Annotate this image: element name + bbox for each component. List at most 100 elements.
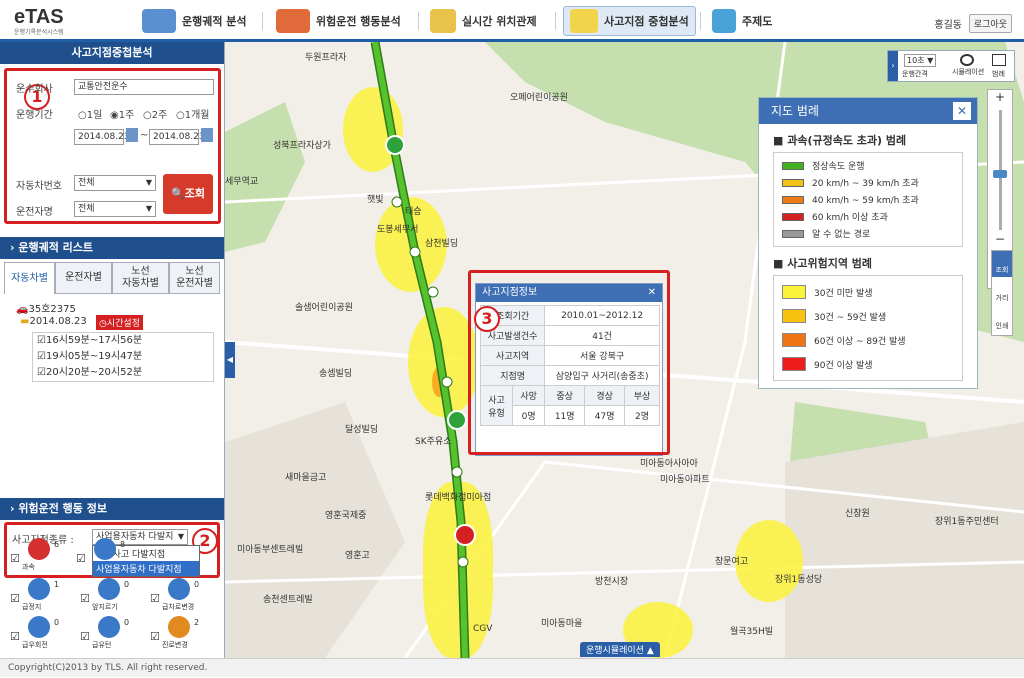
tree-vehicle[interactable]: 🚗35호2375 [16,300,76,315]
car-warning-icon [276,9,310,33]
route-node[interactable] [441,376,453,388]
time-item[interactable]: ☑16시59분~17시56분 [33,333,213,349]
checkbox[interactable]: ☑ [10,592,20,605]
risk-type-item[interactable]: ☑ 0 급우회전 [10,616,74,650]
checkbox[interactable]: ☑ [80,592,90,605]
period-radio-1day[interactable]: ○1일 [78,106,102,121]
route-tree: 🚗35호2375 ▬2014.08.23 ◷시간설정 ☑16시59분~17시56… [4,294,220,499]
period-radio-1week[interactable]: ◉1주 [110,106,134,121]
period-radio-2week[interactable]: ○2주 [143,106,167,121]
route-tabs: 자동차별 운전자별 노선 자동차별 노선 운전자별 [4,262,220,294]
search-tool-button[interactable]: 조회 [992,251,1012,277]
distance-tool-button[interactable]: 거리 [992,277,1012,305]
legend-swatch [782,212,804,221]
zoom-slider-handle[interactable] [993,170,1007,178]
speed-legend: 정상속도 운행 20 km/h ~ 39 km/h 초과 40 km/h ~ 59 … [773,152,963,247]
waypoint-marker-icon[interactable] [447,410,467,430]
car-icon: 🚗 [16,304,29,315]
period-radio-1month[interactable]: ○1개월 [176,106,210,121]
tab-by-driver[interactable]: 운전자별 [55,262,112,294]
date-from-field[interactable]: 2014.08.23 [74,129,130,145]
tree-date[interactable]: ▬2014.08.23 [20,316,87,327]
company-label: 운수회사 [16,84,53,95]
search-button[interactable]: 🔍조회 [163,174,213,214]
accident-marker-icon[interactable] [454,524,476,546]
checkbox[interactable]: ☑ [80,630,90,643]
legend-row: 30건 미만 발생 [782,280,954,304]
search-icon: 🔍 [171,187,185,200]
map-label: 성북프라자상가 [273,141,331,151]
panel-collapse-toggle[interactable]: ◀ [225,342,235,378]
checkbox[interactable]: ☑ [10,630,20,643]
legend-row: 60 km/h 이상 초과 [782,208,954,225]
nav-realtime-location[interactable]: 실시간 위치관제 [430,6,537,36]
period-label: 운행기간 [16,110,53,121]
calendar-icon[interactable] [201,128,213,142]
driver-select[interactable]: 전체 [74,201,156,217]
interval-select[interactable]: 10초 ▼ [904,54,937,67]
legend-icon[interactable] [992,54,1006,66]
risk-type-item[interactable]: ☑ 2 진로변경 [150,616,214,650]
tab-by-vehicle[interactable]: 자동차별 [4,262,55,294]
map-label: 월곡35H빌 [730,627,774,637]
zoom-out-button[interactable]: − [988,232,1012,246]
map-area[interactable]: 두원프라자 오페어린이공원 성북프라자상가 세무역교 햇빛 태승 도봉세무서 삼천빌딩 솔샘어린… [225,42,1024,658]
risk-type-item[interactable]: ☑ 6 과속 [10,538,74,572]
nav-separator [418,12,419,30]
simulation-tab[interactable]: 운행시뮬레이션 ▲ [580,642,660,657]
vehicle-select[interactable]: 전체 [74,175,156,191]
time-list: ☑16시59분~17시56분 ☑19시05분~19시47분 ☑20시20분~20… [32,332,214,382]
checkbox[interactable]: ☑ [150,592,160,605]
start-marker-icon[interactable] [385,135,405,155]
tab-route-driver[interactable]: 노선 운전자별 [169,262,220,294]
map-label: 영훈고 [345,551,370,561]
route-node[interactable] [427,286,439,298]
logo[interactable]: eTAS 운행기록분석시스템 [14,6,64,36]
route-node[interactable] [457,556,469,568]
route-node[interactable] [409,246,421,258]
legend-swatch [782,161,804,170]
date-to-field[interactable]: 2014.08.23 [149,129,205,145]
risk-count: 0 [124,618,130,627]
risk-type-item[interactable]: ☑ 8 [76,538,140,572]
legend-row: 20 km/h ~ 39 km/h 초과 [782,174,954,191]
risk-type-icon [94,538,116,560]
toolbar-collapse[interactable]: › [888,51,898,81]
zoom-in-button[interactable]: + [988,90,1012,104]
print-tool-button[interactable]: 인쇄 [992,305,1012,333]
map-label: 미아동부센트레빌 [237,545,304,555]
risk-label: 진로변경 [162,641,188,649]
accident-info-popup: 사고지점정보 ✕ 3 조회기간 2010.01~2012.12 사고발생건수 41건 … [468,270,670,456]
route-node[interactable] [451,466,463,478]
risk-type-item[interactable]: ☑ 0 급유턴 [80,616,144,650]
map-label: 송셈빌딩 [319,369,353,379]
map-label: 장위1동성당 [775,575,823,585]
nav-separator [700,12,701,30]
time-setting-button[interactable]: ◷시간설정 [96,315,143,330]
tab-route-vehicle[interactable]: 노선 자동차별 [112,262,169,294]
time-item[interactable]: ☑20시20분~20시52분 [33,365,213,381]
nav-route-analysis[interactable]: 운행궤적 분석 [142,6,247,36]
user-name: 홍길동 [934,20,962,31]
risk-type-item[interactable]: ☑ 0 앞지르기 [80,578,144,612]
risk-type-item[interactable]: ☑ 1 급정지 [10,578,74,612]
risk-label: 급우회전 [22,641,48,649]
checkbox[interactable]: ☑ [150,630,160,643]
time-item[interactable]: ☑19시05분~19시47분 [33,349,213,365]
map-label: 솔샘어린이공원 [295,303,353,313]
map-legend-panel: 지도 범례 ✕ ■ 과속(규정속도 초과) 범례 정상속도 운행 20 km/h ~… [758,97,978,389]
checkbox[interactable]: ☑ [10,552,20,565]
search-form: 1 운수회사 교통안전운수 운행기간 ○1일 ◉1주 ○2주 ○1개월 2014… [0,64,224,240]
route-node[interactable] [391,196,403,208]
nav-thematic-map[interactable]: 주제도 [712,6,772,36]
checkbox[interactable]: ☑ [76,552,86,565]
calendar-icon[interactable] [126,128,138,142]
risk-label: 급정지 [22,603,42,611]
logout-button[interactable]: 로그아웃 [968,14,1012,33]
company-field[interactable]: 교통안전운수 [74,79,214,95]
simulation-button[interactable]: 시뮬레이션 [952,67,984,77]
risk-type-item[interactable]: ☑ 0 급차로변경 [150,578,214,612]
nav-risk-analysis[interactable]: 위험운전 행동분석 [276,6,401,36]
nav-accident-overlay[interactable]: 사고지점 중첩분석 [563,6,696,36]
close-icon[interactable]: ✕ [953,102,971,120]
